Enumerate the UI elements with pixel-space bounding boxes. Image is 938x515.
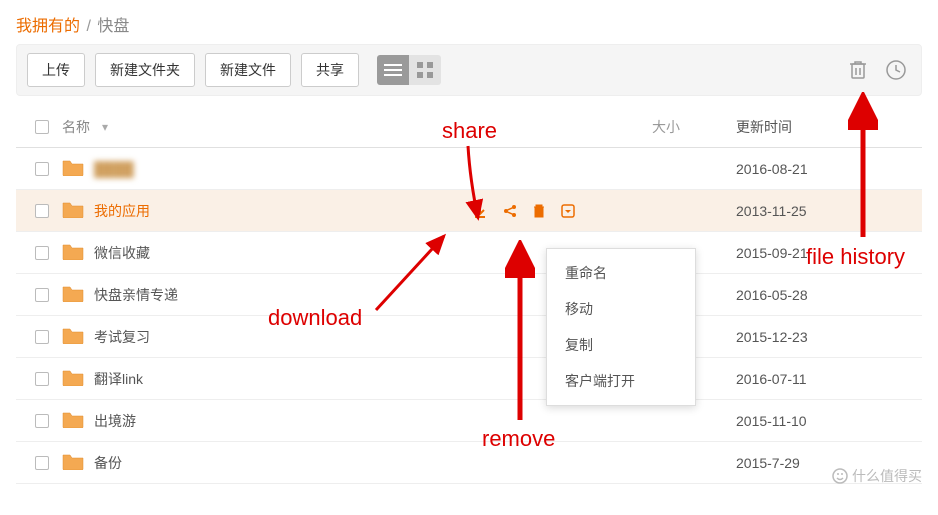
row-checkbox[interactable] <box>35 372 49 386</box>
file-name[interactable]: 快盘亲情专递 <box>94 285 178 305</box>
file-date: 2013-11-25 <box>736 203 916 219</box>
file-date: 2015-11-10 <box>736 413 916 429</box>
table-row[interactable]: 备份 2015-7-29 <box>16 442 922 484</box>
row-checkbox[interactable] <box>35 456 49 470</box>
file-date: 2016-08-21 <box>736 161 916 177</box>
context-menu: 重命名 移动 复制 客户端打开 <box>546 248 696 406</box>
table-row[interactable]: ████ 2016-08-21 <box>16 148 922 190</box>
folder-icon <box>62 158 84 176</box>
menu-copy[interactable]: 复制 <box>547 327 695 363</box>
folder-icon <box>62 242 84 260</box>
more-action[interactable] <box>560 203 576 219</box>
share-action[interactable] <box>502 203 518 219</box>
share-button[interactable]: 共享 <box>301 53 359 87</box>
row-checkbox[interactable] <box>35 204 49 218</box>
col-size-header[interactable]: 大小 <box>596 117 736 137</box>
folder-icon <box>62 158 84 179</box>
breadcrumb-current: 快盘 <box>97 18 129 35</box>
list-icon <box>384 63 402 77</box>
table-row[interactable]: 我的应用 2013-11-25 <box>16 190 922 232</box>
menu-rename[interactable]: 重命名 <box>547 255 695 291</box>
file-name[interactable]: ████ <box>94 161 134 177</box>
table-row[interactable]: 出境游 2015-11-10 <box>16 400 922 442</box>
table-row[interactable]: 快盘亲情专递 2016-05-28 <box>16 274 922 316</box>
row-checkbox[interactable] <box>35 330 49 344</box>
upload-button[interactable]: 上传 <box>27 53 85 87</box>
select-all-checkbox[interactable] <box>35 120 49 134</box>
folder-icon <box>62 410 84 428</box>
folder-icon <box>62 326 84 344</box>
file-name[interactable]: 考试复习 <box>94 327 150 347</box>
clock-icon <box>885 59 907 81</box>
breadcrumb: 我拥有的 / 快盘 <box>16 12 922 36</box>
folder-icon <box>62 410 84 431</box>
grid-view-button[interactable] <box>409 55 441 85</box>
share-icon <box>502 203 518 219</box>
folder-icon <box>62 368 84 386</box>
table-row[interactable]: 微信收藏 2015-09-21 <box>16 232 922 274</box>
table-row[interactable]: 翻译link 2016-07-11 <box>16 358 922 400</box>
history-button[interactable] <box>881 55 911 85</box>
file-date: 2015-09-21 <box>736 245 916 261</box>
more-icon <box>560 203 576 219</box>
delete-icon <box>532 203 546 219</box>
row-checkbox[interactable] <box>35 162 49 176</box>
folder-icon <box>62 242 84 263</box>
file-name[interactable]: 微信收藏 <box>94 243 150 263</box>
folder-icon <box>62 452 84 470</box>
breadcrumb-sep: / <box>86 18 90 35</box>
folder-icon <box>62 284 84 302</box>
col-updated-header[interactable]: 更新时间 <box>736 117 916 137</box>
toolbar: 上传 新建文件夹 新建文件 共享 <box>16 44 922 96</box>
breadcrumb-root[interactable]: 我拥有的 <box>16 18 80 35</box>
row-actions <box>472 203 576 219</box>
sort-icon: ▾ <box>102 120 108 134</box>
file-name[interactable]: 备份 <box>94 453 122 473</box>
col-name-header[interactable]: 名称▾ <box>62 117 596 137</box>
watermark: 什么值得买 <box>832 466 922 486</box>
folder-icon <box>62 284 84 305</box>
file-name[interactable]: 翻译link <box>94 369 143 389</box>
folder-icon <box>62 200 84 221</box>
trash-icon <box>848 59 868 81</box>
row-checkbox[interactable] <box>35 246 49 260</box>
grid-icon <box>417 62 433 78</box>
folder-icon <box>62 200 84 218</box>
new-file-button[interactable]: 新建文件 <box>205 53 291 87</box>
new-folder-button[interactable]: 新建文件夹 <box>95 53 195 87</box>
folder-icon <box>62 452 84 473</box>
file-date: 2015-12-23 <box>736 329 916 345</box>
folder-icon <box>62 326 84 347</box>
file-date: 2016-05-28 <box>736 287 916 303</box>
view-toggle <box>377 55 441 85</box>
table-row[interactable]: 考试复习 2015-12-23 <box>16 316 922 358</box>
row-checkbox[interactable] <box>35 414 49 428</box>
file-name[interactable]: 出境游 <box>94 411 136 431</box>
watermark-icon <box>832 468 848 484</box>
row-checkbox[interactable] <box>35 288 49 302</box>
file-name[interactable]: 我的应用 <box>94 201 150 221</box>
file-table: 名称▾ 大小 更新时间 ████ 2016-08-21 我的应用 2013-11… <box>16 106 922 484</box>
delete-action[interactable] <box>532 203 546 219</box>
folder-icon <box>62 368 84 389</box>
menu-move[interactable]: 移动 <box>547 291 695 327</box>
list-view-button[interactable] <box>377 55 409 85</box>
trash-button[interactable] <box>843 55 873 85</box>
download-icon <box>472 203 488 219</box>
table-header: 名称▾ 大小 更新时间 <box>16 106 922 148</box>
download-action[interactable] <box>472 203 488 219</box>
file-date: 2016-07-11 <box>736 371 916 387</box>
menu-open-client[interactable]: 客户端打开 <box>547 363 695 399</box>
